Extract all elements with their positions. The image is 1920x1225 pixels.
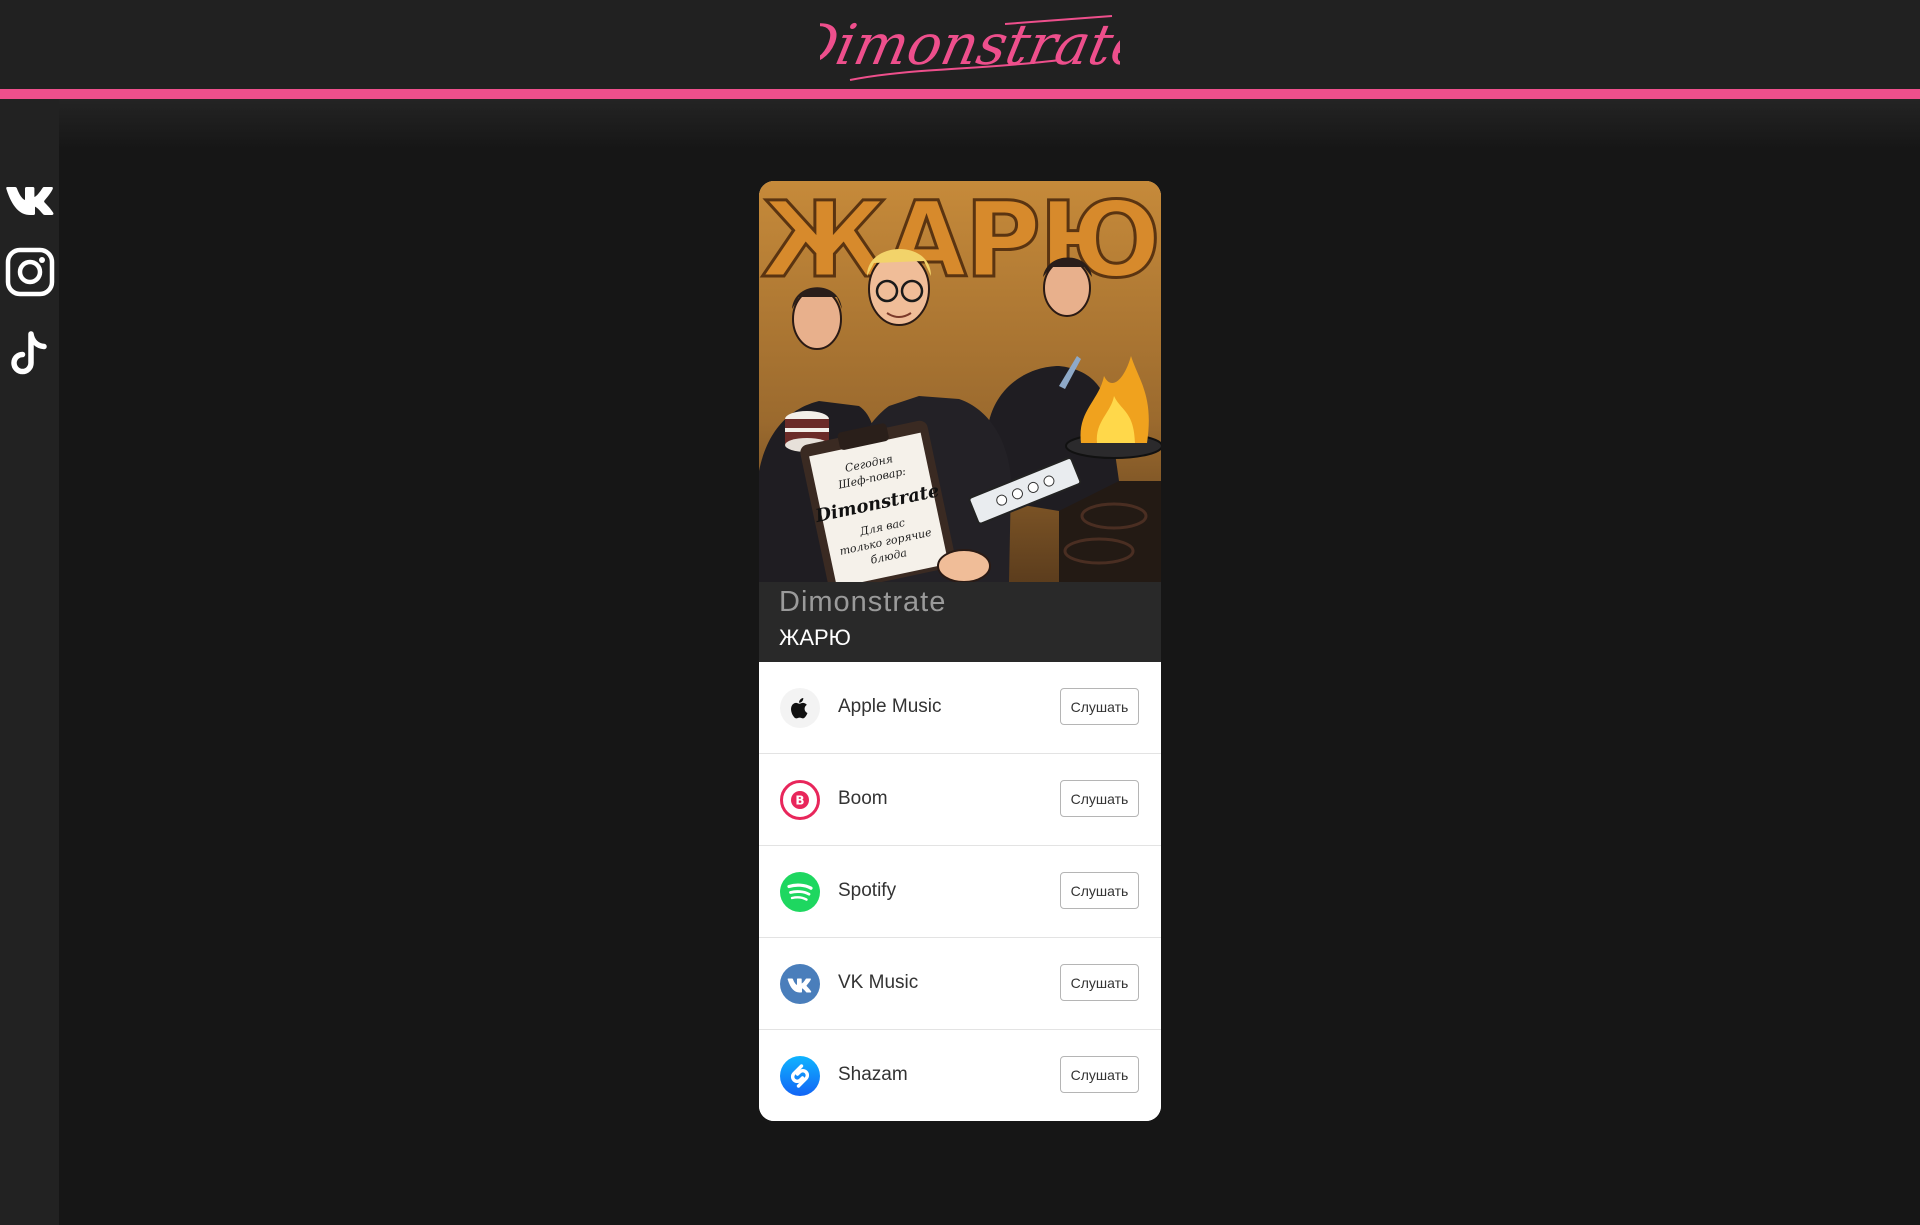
streaming-services-list: Apple Music Слушать B Boom Слушать Spoti… <box>759 662 1161 1121</box>
vk-icon <box>6 187 54 215</box>
release-info: Dimonstrate ЖАРЮ <box>759 582 1161 662</box>
listen-button-shazam[interactable]: Слушать <box>1060 1056 1139 1093</box>
service-row-shazam[interactable]: Shazam Слушать <box>759 1030 1161 1121</box>
header-accent-line <box>0 89 1920 99</box>
album-cover: ЖАРЮ Сегодня Шеф-повар: Dimonstrate Для … <box>759 181 1161 582</box>
social-sidebar <box>0 99 59 1225</box>
cover-title: ЖАРЮ <box>761 181 1159 301</box>
artist-name: Dimonstrate <box>779 586 947 618</box>
release-card: ЖАРЮ Сегодня Шеф-повар: Dimonstrate Для … <box>759 181 1161 1121</box>
service-row-apple-music[interactable]: Apple Music Слушать <box>759 662 1161 754</box>
tiktok-link[interactable] <box>4 329 56 381</box>
listen-button-vk-music[interactable]: Слушать <box>1060 964 1139 1001</box>
vk-music-icon <box>779 963 821 1005</box>
site-logo[interactable]: Dimonstrate <box>785 2 1152 86</box>
track-title: ЖАРЮ <box>779 625 851 650</box>
service-row-boom[interactable]: B Boom Слушать <box>759 754 1161 846</box>
header: Dimonstrate <box>0 0 1920 89</box>
vk-link[interactable] <box>4 173 56 225</box>
cover-artwork: ЖАРЮ Сегодня Шеф-повар: Dimonstrate Для … <box>759 181 1161 582</box>
svg-text:B: B <box>795 794 804 808</box>
service-name: Shazam <box>838 1064 908 1085</box>
service-name: Spotify <box>838 880 897 901</box>
service-name: Apple Music <box>838 696 942 717</box>
boom-icon: B <box>779 779 821 821</box>
service-row-spotify[interactable]: Spotify Слушать <box>759 846 1161 938</box>
instagram-link[interactable] <box>4 246 56 298</box>
listen-button-spotify[interactable]: Слушать <box>1060 872 1139 909</box>
shazam-icon <box>779 1055 821 1097</box>
service-row-vk-music[interactable]: VK Music Слушать <box>759 938 1161 1030</box>
header-shadow <box>59 99 1920 149</box>
listen-button-apple-music[interactable]: Слушать <box>1060 688 1139 725</box>
service-name: Boom <box>838 788 888 809</box>
service-name: VK Music <box>838 972 919 993</box>
listen-button-boom[interactable]: Слушать <box>1060 780 1139 817</box>
instagram-icon <box>5 247 55 297</box>
logo-wordmark: Dimonstrate <box>785 13 1152 81</box>
tiktok-icon <box>11 331 47 375</box>
spotify-icon <box>779 871 821 913</box>
apple-music-icon <box>779 687 821 729</box>
